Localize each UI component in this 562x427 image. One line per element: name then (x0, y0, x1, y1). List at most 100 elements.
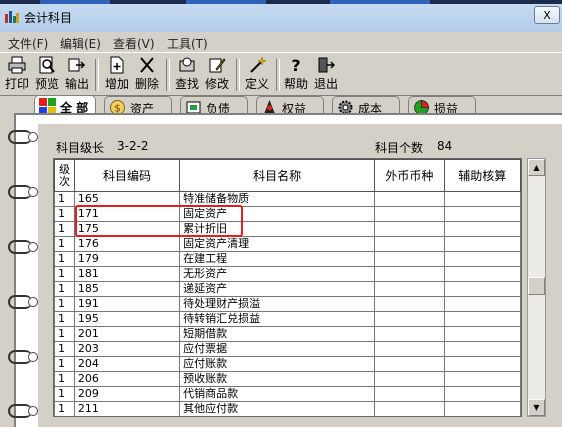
table-row[interactable]: 1 195 待转销汇兑损益 (54, 311, 521, 327)
cell-code[interactable]: 204 (73, 356, 181, 372)
cell-code[interactable]: 206 (73, 371, 181, 387)
cell-auxiliary[interactable] (443, 281, 521, 297)
cell-level[interactable]: 1 (54, 191, 75, 207)
cell-currency[interactable] (374, 281, 445, 297)
table-row[interactable]: 1 201 短期借款 (54, 326, 521, 342)
cell-level[interactable]: 1 (54, 296, 75, 312)
cell-auxiliary[interactable] (443, 371, 521, 387)
cell-auxiliary[interactable] (443, 236, 521, 252)
cell-auxiliary[interactable] (443, 401, 521, 416)
cell-code[interactable]: 179 (73, 251, 181, 267)
cell-name[interactable]: 应付账款 (179, 356, 376, 372)
print-button[interactable]: 打印 (3, 56, 31, 94)
help-button[interactable]: ? 帮助 (282, 56, 310, 94)
cell-auxiliary[interactable] (443, 251, 521, 267)
cell-currency[interactable] (374, 251, 445, 267)
cell-level[interactable]: 1 (54, 281, 75, 297)
table-row[interactable]: 1 206 预收账款 (54, 371, 521, 387)
cell-name[interactable]: 其他应付款 (179, 401, 376, 416)
cell-currency[interactable] (374, 356, 445, 372)
accounts-grid[interactable]: 级次 科目编码 科目名称 外币币种 辅助核算 1 165 特准储备物质 1 171 固定资… (53, 158, 522, 417)
cell-name[interactable]: 递延资产 (179, 281, 376, 297)
column-header-code[interactable]: 科目编码 (73, 159, 181, 192)
scroll-thumb[interactable] (528, 277, 545, 295)
scroll-down-button[interactable]: ▼ (528, 399, 545, 416)
cell-level[interactable]: 1 (54, 221, 75, 237)
cell-name[interactable]: 代销商品款 (179, 386, 376, 402)
add-button[interactable]: 增加 (103, 56, 131, 94)
cell-currency[interactable] (374, 401, 445, 416)
cell-code[interactable]: 181 (73, 266, 181, 282)
cell-level[interactable]: 1 (54, 236, 75, 252)
cell-name[interactable]: 无形资产 (179, 266, 376, 282)
cell-level[interactable]: 1 (54, 311, 75, 327)
cell-code[interactable]: 195 (73, 311, 181, 327)
scroll-up-button[interactable]: ▲ (528, 159, 545, 176)
exit-button[interactable]: 退出 (312, 56, 340, 94)
cell-name[interactable]: 固定资产清理 (179, 236, 376, 252)
cell-level[interactable]: 1 (54, 206, 75, 222)
cell-currency[interactable] (374, 386, 445, 402)
define-button[interactable]: 定义 (243, 56, 271, 94)
table-row[interactable]: 1 176 固定资产清理 (54, 236, 521, 252)
cell-currency[interactable] (374, 326, 445, 342)
cell-code[interactable]: 185 (73, 281, 181, 297)
cell-code[interactable]: 176 (73, 236, 181, 252)
preview-button[interactable]: 预览 (33, 56, 61, 94)
column-header-auxiliary[interactable]: 辅助核算 (443, 159, 521, 192)
cell-currency[interactable] (374, 236, 445, 252)
cell-currency[interactable] (374, 296, 445, 312)
cell-currency[interactable] (374, 206, 445, 222)
cell-auxiliary[interactable] (443, 341, 521, 357)
cell-currency[interactable] (374, 191, 445, 207)
cell-currency[interactable] (374, 341, 445, 357)
cell-auxiliary[interactable] (443, 191, 521, 207)
column-header-currency[interactable]: 外币币种 (374, 159, 445, 192)
export-button[interactable]: 输出 (63, 56, 91, 94)
cell-name[interactable]: 短期借款 (179, 326, 376, 342)
cell-level[interactable]: 1 (54, 251, 75, 267)
cell-level[interactable]: 1 (54, 326, 75, 342)
modify-button[interactable]: 修改 (203, 56, 231, 94)
table-row[interactable]: 1 181 无形资产 (54, 266, 521, 282)
cell-level[interactable]: 1 (54, 356, 75, 372)
cell-auxiliary[interactable] (443, 206, 521, 222)
table-row[interactable]: 1 185 递延资产 (54, 281, 521, 297)
cell-auxiliary[interactable] (443, 311, 521, 327)
table-row[interactable]: 1 204 应付账款 (54, 356, 521, 372)
column-header-level[interactable]: 级次 (54, 159, 75, 192)
table-row[interactable]: 1 191 待处理财产损溢 (54, 296, 521, 312)
cell-name[interactable]: 待转销汇兑损益 (179, 311, 376, 327)
cell-auxiliary[interactable] (443, 356, 521, 372)
cell-code[interactable]: 211 (73, 401, 181, 416)
menu-file[interactable]: 文件(F) (8, 35, 48, 52)
cell-code[interactable]: 191 (73, 296, 181, 312)
cell-level[interactable]: 1 (54, 266, 75, 282)
table-row[interactable]: 1 203 应付票据 (54, 341, 521, 357)
delete-button[interactable]: 删除 (133, 56, 161, 94)
cell-auxiliary[interactable] (443, 296, 521, 312)
cell-auxiliary[interactable] (443, 326, 521, 342)
cell-code[interactable]: 201 (73, 326, 181, 342)
cell-auxiliary[interactable] (443, 266, 521, 282)
cell-name[interactable]: 在建工程 (179, 251, 376, 267)
cell-auxiliary[interactable] (443, 386, 521, 402)
cell-currency[interactable] (374, 266, 445, 282)
cell-name[interactable]: 应付票据 (179, 341, 376, 357)
table-row[interactable]: 1 211 其他应付款 (54, 401, 521, 416)
cell-currency[interactable] (374, 311, 445, 327)
column-header-name[interactable]: 科目名称 (179, 159, 376, 192)
table-row[interactable]: 1 179 在建工程 (54, 251, 521, 267)
cell-name[interactable]: 预收账款 (179, 371, 376, 387)
table-row[interactable]: 1 209 代销商品款 (54, 386, 521, 402)
close-button[interactable]: X (534, 6, 560, 24)
cell-level[interactable]: 1 (54, 401, 75, 416)
vertical-scrollbar[interactable]: ▲ ▼ (527, 158, 546, 417)
cell-level[interactable]: 1 (54, 386, 75, 402)
cell-code[interactable]: 209 (73, 386, 181, 402)
find-button[interactable]: 查找 (173, 56, 201, 94)
menu-tools[interactable]: 工具(T) (167, 35, 208, 52)
menu-view[interactable]: 查看(V) (113, 35, 155, 52)
cell-code[interactable]: 203 (73, 341, 181, 357)
cell-level[interactable]: 1 (54, 371, 75, 387)
